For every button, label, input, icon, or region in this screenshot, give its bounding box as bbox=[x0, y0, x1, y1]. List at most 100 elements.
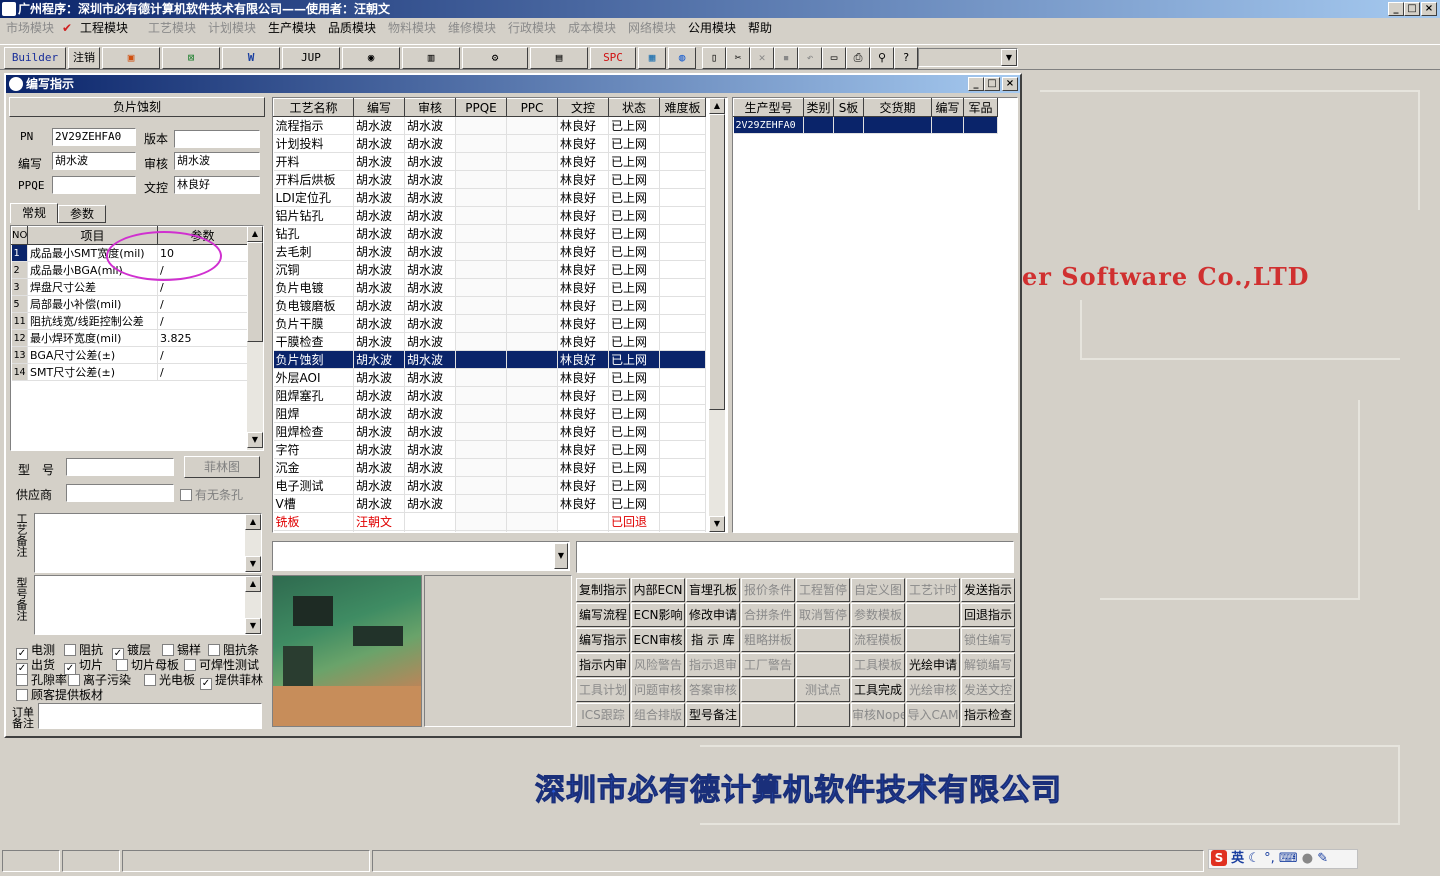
spc-button[interactable]: SPC bbox=[590, 47, 636, 69]
action-button[interactable]: 取消暂停 bbox=[796, 603, 850, 627]
action-button[interactable]: 粗略拼板 bbox=[741, 628, 795, 652]
process-row[interactable]: 钻孔 胡水波 胡水波 林良好 已上网 bbox=[273, 224, 706, 243]
writer-field[interactable]: 胡水波 bbox=[52, 152, 136, 170]
calendar-icon[interactable]: ▦ bbox=[638, 47, 666, 69]
process-row[interactable]: 开料 胡水波 胡水波 林良好 已上网 bbox=[273, 152, 706, 171]
action-button[interactable]: 报价条件 bbox=[741, 578, 795, 602]
process-row[interactable]: 阻焊塞孔 胡水波 胡水波 林良好 已上网 bbox=[273, 386, 706, 405]
option-checkbox[interactable]: 光电板 bbox=[144, 671, 195, 688]
new-file-icon[interactable]: ▯ bbox=[702, 47, 726, 69]
tab-general[interactable]: 常规 bbox=[10, 203, 58, 223]
action-button[interactable]: 组合排版 bbox=[631, 703, 685, 727]
print-icon[interactable]: ⎙ bbox=[846, 47, 870, 69]
action-button[interactable] bbox=[741, 703, 795, 727]
builder-button[interactable]: Builder bbox=[4, 47, 66, 69]
user-icon[interactable]: ● bbox=[1302, 851, 1313, 866]
process-note-field[interactable]: ▲ ▼ bbox=[34, 513, 262, 573]
action-button[interactable]: 流程模板 bbox=[851, 628, 905, 652]
menu-item-5[interactable]: 品质模块 bbox=[328, 18, 376, 38]
action-button[interactable]: 指示内审 bbox=[576, 653, 630, 677]
maximize-button[interactable]: □ bbox=[1404, 2, 1420, 16]
action-button[interactable]: 编写指示 bbox=[576, 628, 630, 652]
params-row[interactable]: 5 局部最小补偿(mil) / bbox=[11, 295, 248, 313]
process-row[interactable]: LDI定位孔 胡水波 胡水波 林良好 已上网 bbox=[273, 188, 706, 207]
instruction-text-field[interactable] bbox=[576, 541, 1014, 573]
menu-item-11[interactable]: 公用模块 bbox=[688, 18, 736, 38]
win-close-button[interactable]: × bbox=[1002, 77, 1018, 91]
process-col-7[interactable]: 难度板 bbox=[659, 98, 706, 117]
model-note-field[interactable]: ▲ ▼ bbox=[34, 575, 262, 635]
menu-item-12[interactable]: 帮助 bbox=[748, 18, 772, 38]
action-button[interactable]: 编写流程 bbox=[576, 603, 630, 627]
action-button[interactable]: 解锁编写 bbox=[961, 653, 1015, 677]
menu-item-6[interactable]: 物料模块 bbox=[388, 18, 436, 38]
process-row[interactable]: 负片干膜 胡水波 胡水波 林良好 已上网 bbox=[273, 314, 706, 333]
database-icon[interactable]: ▥ bbox=[402, 47, 460, 69]
ime-toolbar[interactable]: S 英 ☾ °, ⌨ ● ✎ bbox=[1208, 849, 1358, 869]
punct-icon[interactable]: °, bbox=[1264, 851, 1275, 866]
process-row[interactable]: 沉金 胡水波 胡水波 林良好 已上网 bbox=[273, 458, 706, 477]
process-row[interactable]: 阻焊检查 胡水波 胡水波 林良好 已上网 bbox=[273, 422, 706, 441]
keyboard-icon[interactable]: ⌨ bbox=[1279, 851, 1298, 866]
action-button[interactable]: 答案审核 bbox=[686, 678, 740, 702]
action-button[interactable]: 合拼条件 bbox=[741, 603, 795, 627]
action-button[interactable]: 型号备注 bbox=[686, 703, 740, 727]
process-row[interactable]: 流程指示 胡水波 胡水波 林良好 已上网 bbox=[273, 116, 706, 135]
computer-icon[interactable]: ▤ bbox=[530, 47, 588, 69]
unchecked-icon[interactable] bbox=[64, 644, 76, 656]
process-select-dropdown[interactable]: ▼ bbox=[272, 541, 570, 571]
preview-icon[interactable]: ▭ bbox=[822, 47, 846, 69]
order-col-4[interactable]: 编写 bbox=[931, 98, 964, 117]
action-button[interactable]: 测试点 bbox=[796, 678, 850, 702]
unchecked-icon[interactable] bbox=[144, 674, 156, 686]
action-button[interactable]: ECN影响 bbox=[631, 603, 685, 627]
process-col-4[interactable]: PPC bbox=[506, 98, 558, 117]
order-row[interactable]: 2V29ZEHFA0 bbox=[733, 116, 998, 134]
process-col-3[interactable]: PPQE bbox=[455, 98, 507, 117]
action-button[interactable]: 发送文控 bbox=[961, 678, 1015, 702]
unchecked-icon[interactable] bbox=[116, 659, 128, 671]
tab-params[interactable]: 参数 bbox=[58, 205, 106, 223]
toolbar-dropdown[interactable]: ▼ bbox=[918, 48, 1018, 67]
find-icon[interactable]: ⚲ bbox=[870, 47, 894, 69]
process-scrollbar[interactable]: ▲ ▼ bbox=[709, 98, 725, 532]
menu-item-8[interactable]: 行政模块 bbox=[508, 18, 556, 38]
cut-icon[interactable]: ✂ bbox=[726, 47, 750, 69]
action-button[interactable]: 工艺计时 bbox=[906, 578, 960, 602]
action-button[interactable]: 导入CAM bbox=[906, 703, 960, 727]
pn-field[interactable]: 2V29ZEHFA0 bbox=[52, 128, 136, 146]
action-button[interactable]: 问题审核 bbox=[631, 678, 685, 702]
process-row[interactable]: 开料后烘板 胡水波 胡水波 林良好 已上网 bbox=[273, 170, 706, 189]
action-button[interactable]: 回退指示 bbox=[961, 603, 1015, 627]
menu-item-9[interactable]: 成本模块 bbox=[568, 18, 616, 38]
process-col-5[interactable]: 文控 bbox=[557, 98, 609, 117]
process-row[interactable]: 阻焊 胡水波 胡水波 林良好 已上网 bbox=[273, 404, 706, 423]
action-button[interactable]: 光绘申请 bbox=[906, 653, 960, 677]
action-button[interactable] bbox=[906, 628, 960, 652]
supplier-field[interactable] bbox=[66, 484, 174, 502]
action-button[interactable]: 内部ECN bbox=[631, 578, 685, 602]
action-button[interactable]: 工具模板 bbox=[851, 653, 905, 677]
process-row[interactable]: 负片电镀 胡水波 胡水波 林良好 已上网 bbox=[273, 278, 706, 297]
params-row[interactable]: 11 阻抗线宽/线距控制公差 / bbox=[11, 312, 248, 330]
action-button[interactable]: 风险警告 bbox=[631, 653, 685, 677]
action-button[interactable]: 修改申请 bbox=[686, 603, 740, 627]
unchecked-icon[interactable] bbox=[184, 659, 196, 671]
jup-button[interactable]: JUP bbox=[282, 47, 340, 69]
option-checkbox[interactable]: ✓ 提供菲林 bbox=[200, 671, 263, 690]
params-row[interactable]: 13 BGA尺寸公差(±) / bbox=[11, 346, 248, 364]
order-col-2[interactable]: S板 bbox=[833, 98, 864, 117]
process-col-0[interactable]: 工艺名称 bbox=[273, 98, 354, 117]
process-row[interactable]: 铣板 汪朝文 已回退 bbox=[273, 512, 706, 531]
unchecked-icon[interactable] bbox=[162, 644, 174, 656]
process-row[interactable]: 铝片钻孔 胡水波 胡水波 林良好 已上网 bbox=[273, 206, 706, 225]
process-row[interactable]: 计划投料 胡水波 胡水波 林良好 已上网 bbox=[273, 134, 706, 153]
reviewer-field[interactable]: 胡水波 bbox=[174, 152, 260, 170]
ppt-icon[interactable]: ▣ bbox=[102, 47, 160, 69]
ime-language[interactable]: 英 bbox=[1231, 851, 1244, 866]
process-row[interactable]: 去毛刺 胡水波 胡水波 林良好 已上网 bbox=[273, 242, 706, 261]
params-row[interactable]: 12 最小焊环宽度(mil) 3.825 bbox=[11, 329, 248, 347]
action-button[interactable]: 审核Nope bbox=[851, 703, 905, 727]
process-col-2[interactable]: 审核 bbox=[404, 98, 456, 117]
params-col-no[interactable]: NO bbox=[11, 226, 28, 245]
